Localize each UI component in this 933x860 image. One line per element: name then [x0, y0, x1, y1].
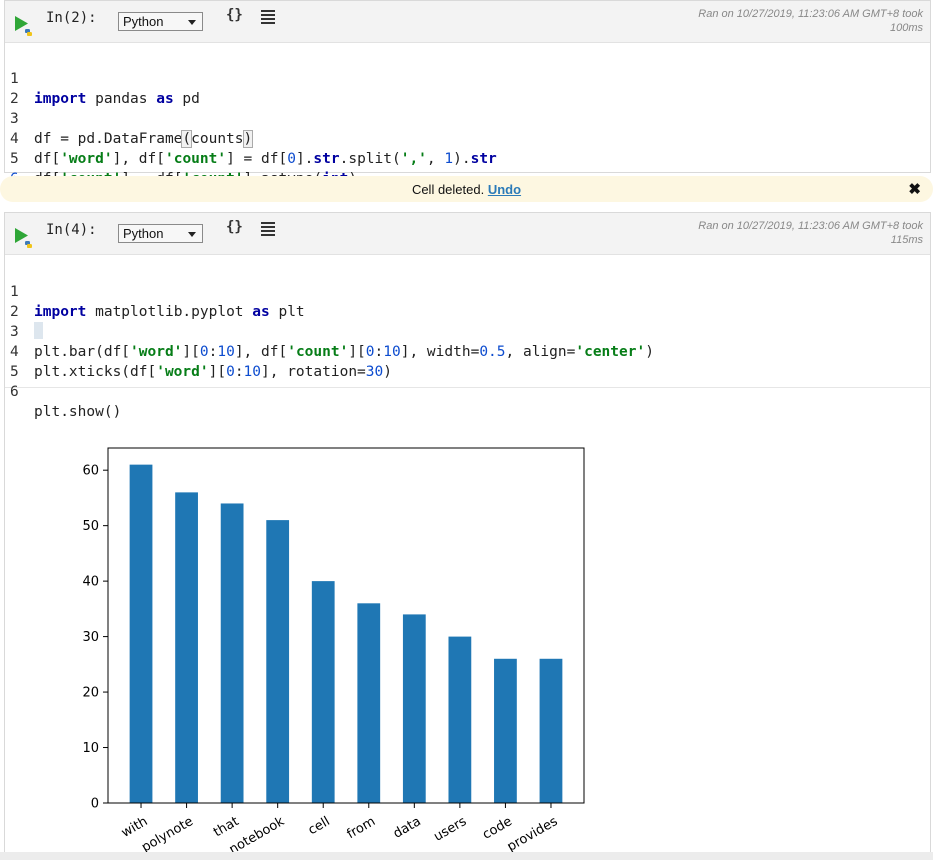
run-info-duration: 100ms [889, 22, 923, 34]
code-editor[interactable]: 1 import matplotlib.pyplot as plt 2 3 pl… [5, 262, 930, 420]
run-cell-button[interactable] [14, 12, 32, 36]
notice-text: Cell deleted. [411, 182, 488, 197]
braces-icon[interactable]: {} [226, 219, 243, 235]
braces-icon[interactable]: {} [226, 7, 243, 23]
play-icon [15, 228, 32, 248]
horizontal-scrollbar[interactable] [0, 852, 933, 860]
language-select[interactable]: Python [118, 224, 203, 243]
run-info-timestamp: Ran on 10/27/2019, 11:23:06 AM GMT+8 too… [698, 8, 923, 20]
play-icon [15, 16, 32, 36]
line-number: 6 [10, 384, 19, 400]
code-line: 1 import matplotlib.pyplot as plt [5, 262, 930, 320]
cell-prompt: In(2): [46, 10, 97, 26]
code-line: 3 df = pd.DataFrame(counts) [5, 89, 930, 148]
undo-link[interactable]: Undo [488, 182, 521, 197]
code-line: 1 import pandas as pd [5, 49, 930, 107]
code-line: 5 [5, 342, 930, 380]
code-line: 3 plt.bar(df['word'][0:10], df['count'][… [5, 302, 930, 360]
python-logo-icon [25, 241, 32, 248]
code-cell-1[interactable]: In(2): Python {} Ran on 10/27/2019, 11:2… [4, 0, 931, 187]
code-line-text: plt.show() [34, 404, 122, 420]
chevron-down-icon [188, 20, 196, 25]
python-logo-icon [25, 29, 32, 36]
chevron-down-icon [188, 232, 196, 237]
language-select-value: Python [123, 14, 164, 29]
language-select-value: Python [123, 226, 164, 241]
code-cell-2[interactable]: In(4): Python {} Ran on 10/27/2019, 11:2… [4, 212, 931, 857]
run-info-duration: 115ms [890, 234, 923, 246]
cell-deleted-notice: Cell deleted. Undo ✖ [0, 176, 933, 202]
code-line: 2 [5, 282, 930, 339]
run-info: Ran on 10/27/2019, 11:23:06 AM GMT+8 too… [698, 7, 923, 35]
code-line: 6 plt.show() [5, 362, 930, 420]
code-editor[interactable]: 1 import pandas as pd 2 3 df = pd.DataFr… [5, 49, 930, 187]
hamburger-menu-icon[interactable] [261, 9, 275, 28]
cell-toolbar: In(2): Python {} Ran on 10/27/2019, 11:2… [5, 1, 930, 43]
run-info: Ran on 10/27/2019, 11:23:06 AM GMT+8 too… [698, 219, 923, 247]
cell-toolbar: In(4): Python {} Ran on 10/27/2019, 11:2… [5, 213, 930, 255]
code-line: 5 df['count'] = df['count'].astype(int) [5, 129, 930, 187]
code-line: 4 df['word'], df['count'] = df[0].str.sp… [5, 109, 930, 167]
run-cell-button[interactable] [14, 224, 32, 248]
language-select[interactable]: Python [118, 12, 203, 31]
code-line: 6 [5, 149, 930, 187]
run-info-timestamp: Ran on 10/27/2019, 11:23:06 AM GMT+8 too… [698, 220, 923, 232]
cell-prompt: In(4): [46, 222, 97, 238]
close-icon[interactable]: ✖ [908, 176, 921, 203]
code-line: 4 plt.xticks(df['word'][0:10], rotation=… [5, 322, 930, 380]
hamburger-menu-icon[interactable] [261, 221, 275, 240]
code-line: 2 [5, 69, 930, 107]
